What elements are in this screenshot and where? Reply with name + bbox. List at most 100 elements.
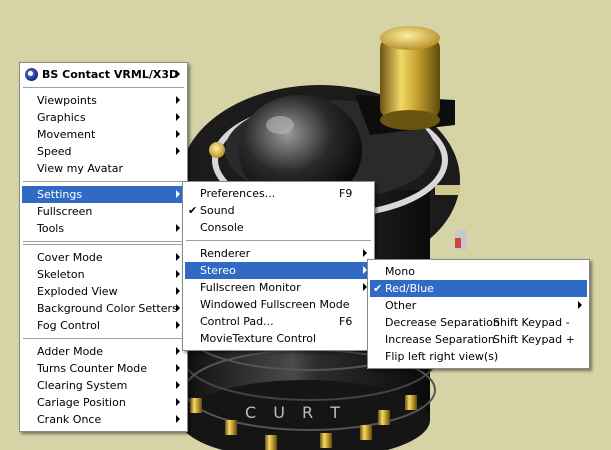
menu-item-label: Renderer bbox=[200, 247, 251, 260]
chevron-right-icon bbox=[176, 130, 180, 138]
menu-item-graphics[interactable]: Graphics bbox=[22, 109, 185, 126]
menu-item-label: Exploded View bbox=[37, 285, 118, 298]
menu-item-shortcut: F6 bbox=[339, 315, 353, 328]
menu-item-viewpoints[interactable]: Viewpoints bbox=[22, 92, 185, 109]
menu-item-label: Turns Counter Mode bbox=[37, 362, 147, 375]
menu-item-label: Graphics bbox=[37, 111, 86, 124]
menu-item-skeleton[interactable]: Skeleton bbox=[22, 266, 185, 283]
context-menu-settings: Preferences... F9 ✔ Sound Console Render… bbox=[182, 181, 375, 351]
menu-item-label: Preferences... bbox=[200, 187, 276, 200]
menu-item-label: Decrease Separation bbox=[385, 316, 500, 329]
menu-item-tools[interactable]: Tools bbox=[22, 220, 185, 237]
menu-item-label: Cariage Position bbox=[37, 396, 126, 409]
menu-item-shortcut: F9 bbox=[339, 187, 353, 200]
menu-item-decrease-separation[interactable]: Decrease Separation Shift Keypad - bbox=[370, 314, 587, 331]
menu-item-shortcut: Shift Keypad - bbox=[493, 316, 570, 329]
menu-item-label: Tools bbox=[37, 222, 65, 235]
menu-item-background-color-setters[interactable]: Background Color Setters bbox=[22, 300, 185, 317]
chevron-right-icon bbox=[176, 381, 180, 389]
menu-item-label: Cover Mode bbox=[37, 251, 103, 264]
menu-item-cover-mode[interactable]: Cover Mode bbox=[22, 249, 185, 266]
chevron-right-icon bbox=[176, 253, 180, 261]
menu-item-label: Fullscreen bbox=[37, 205, 93, 218]
menu-item-fog-control[interactable]: Fog Control bbox=[22, 317, 185, 334]
chevron-right-icon bbox=[363, 249, 367, 257]
context-menu-stereo: Mono ✔ Red/Blue Other Decrease Separatio… bbox=[367, 259, 590, 369]
menu-item-movietexture-control[interactable]: MovieTexture Control bbox=[185, 330, 372, 347]
menu-item-flip-left-right[interactable]: Flip left right view(s) bbox=[370, 348, 587, 365]
menu-item-renderer[interactable]: Renderer bbox=[185, 245, 372, 262]
chevron-right-icon bbox=[176, 415, 180, 423]
menu-item-label: Speed bbox=[37, 145, 72, 158]
menu-item-label: Flip left right view(s) bbox=[385, 350, 499, 363]
chevron-right-icon bbox=[176, 270, 180, 278]
menu-item-label: Crank Once bbox=[37, 413, 102, 426]
menu-item-increase-separation[interactable]: Increase Separation Shift Keypad + bbox=[370, 331, 587, 348]
menu-item-preferences[interactable]: Preferences... F9 bbox=[185, 185, 372, 202]
engraving-text: C U R T bbox=[245, 403, 346, 422]
menu-item-label: Increase Separation bbox=[385, 333, 495, 346]
menu-item-label: Mono bbox=[385, 265, 415, 278]
menu-item-label: Sound bbox=[200, 204, 235, 217]
checkmark-icon: ✔ bbox=[373, 282, 383, 295]
context-menu-main: BS Contact VRML/X3D Viewpoints Graphics … bbox=[19, 62, 188, 432]
menu-item-movement[interactable]: Movement bbox=[22, 126, 185, 143]
chevron-right-icon bbox=[578, 301, 582, 309]
checkmark-icon: ✔ bbox=[188, 204, 198, 217]
menu-item-crank-once[interactable]: Crank Once bbox=[22, 411, 185, 428]
chevron-right-icon bbox=[176, 364, 180, 372]
menu-item-label: View my Avatar bbox=[37, 162, 124, 175]
menu-item-adder-mode[interactable]: Adder Mode bbox=[22, 343, 185, 360]
menu-item-fullscreen[interactable]: Fullscreen bbox=[22, 203, 185, 220]
chevron-right-icon bbox=[176, 113, 180, 121]
menu-item-label: Fog Control bbox=[37, 319, 100, 332]
menu-title-bs-contact[interactable]: BS Contact VRML/X3D bbox=[22, 66, 185, 83]
menu-item-view-my-avatar[interactable]: View my Avatar bbox=[22, 160, 185, 177]
menu-item-settings[interactable]: Settings bbox=[22, 186, 185, 203]
menu-item-label: MovieTexture Control bbox=[200, 332, 317, 345]
chevron-right-icon bbox=[176, 347, 180, 355]
menu-item-label: Skeleton bbox=[37, 268, 85, 281]
menu-separator bbox=[23, 338, 184, 339]
bs-contact-logo-icon bbox=[25, 68, 38, 81]
chevron-right-icon bbox=[176, 321, 180, 329]
menu-separator bbox=[23, 241, 184, 245]
menu-item-label: Control Pad... bbox=[200, 315, 274, 328]
menu-separator bbox=[23, 181, 184, 182]
menu-item-label: Clearing System bbox=[37, 379, 128, 392]
chevron-right-icon bbox=[176, 398, 180, 406]
menu-item-red-blue[interactable]: ✔ Red/Blue bbox=[370, 280, 587, 297]
menu-item-turns-counter-mode[interactable]: Turns Counter Mode bbox=[22, 360, 185, 377]
menu-item-clearing-system[interactable]: Clearing System bbox=[22, 377, 185, 394]
menu-item-label: Other bbox=[385, 299, 417, 312]
menu-item-fullscreen-monitor[interactable]: Fullscreen Monitor bbox=[185, 279, 372, 296]
menu-item-sound[interactable]: ✔ Sound bbox=[185, 202, 372, 219]
chevron-right-icon bbox=[176, 190, 180, 198]
menu-item-label: Console bbox=[200, 221, 244, 234]
menu-item-label: Viewpoints bbox=[37, 94, 97, 107]
menu-separator bbox=[186, 240, 371, 241]
menu-item-label: Windowed Fullscreen Mode bbox=[200, 298, 350, 311]
menu-item-label: Background Color Setters bbox=[37, 302, 178, 315]
menu-title-label: BS Contact VRML/X3D bbox=[42, 68, 179, 81]
menu-item-label: Stereo bbox=[200, 264, 236, 277]
chevron-right-icon bbox=[176, 224, 180, 232]
menu-item-other[interactable]: Other bbox=[370, 297, 587, 314]
menu-item-label: Adder Mode bbox=[37, 345, 104, 358]
menu-item-cariage-position[interactable]: Cariage Position bbox=[22, 394, 185, 411]
chevron-right-icon bbox=[176, 70, 180, 78]
chevron-right-icon bbox=[176, 147, 180, 155]
chevron-right-icon bbox=[176, 304, 180, 312]
menu-item-mono[interactable]: Mono bbox=[370, 263, 587, 280]
chevron-right-icon bbox=[176, 96, 180, 104]
menu-item-exploded-view[interactable]: Exploded View bbox=[22, 283, 185, 300]
chevron-right-icon bbox=[176, 287, 180, 295]
menu-item-console[interactable]: Console bbox=[185, 219, 372, 236]
menu-item-control-pad[interactable]: Control Pad... F6 bbox=[185, 313, 372, 330]
menu-item-label: Red/Blue bbox=[385, 282, 434, 295]
menu-separator bbox=[23, 87, 184, 88]
menu-item-stereo[interactable]: Stereo bbox=[185, 262, 372, 279]
menu-item-speed[interactable]: Speed bbox=[22, 143, 185, 160]
menu-item-label: Settings bbox=[37, 188, 83, 201]
menu-item-windowed-fullscreen-mode[interactable]: Windowed Fullscreen Mode bbox=[185, 296, 372, 313]
